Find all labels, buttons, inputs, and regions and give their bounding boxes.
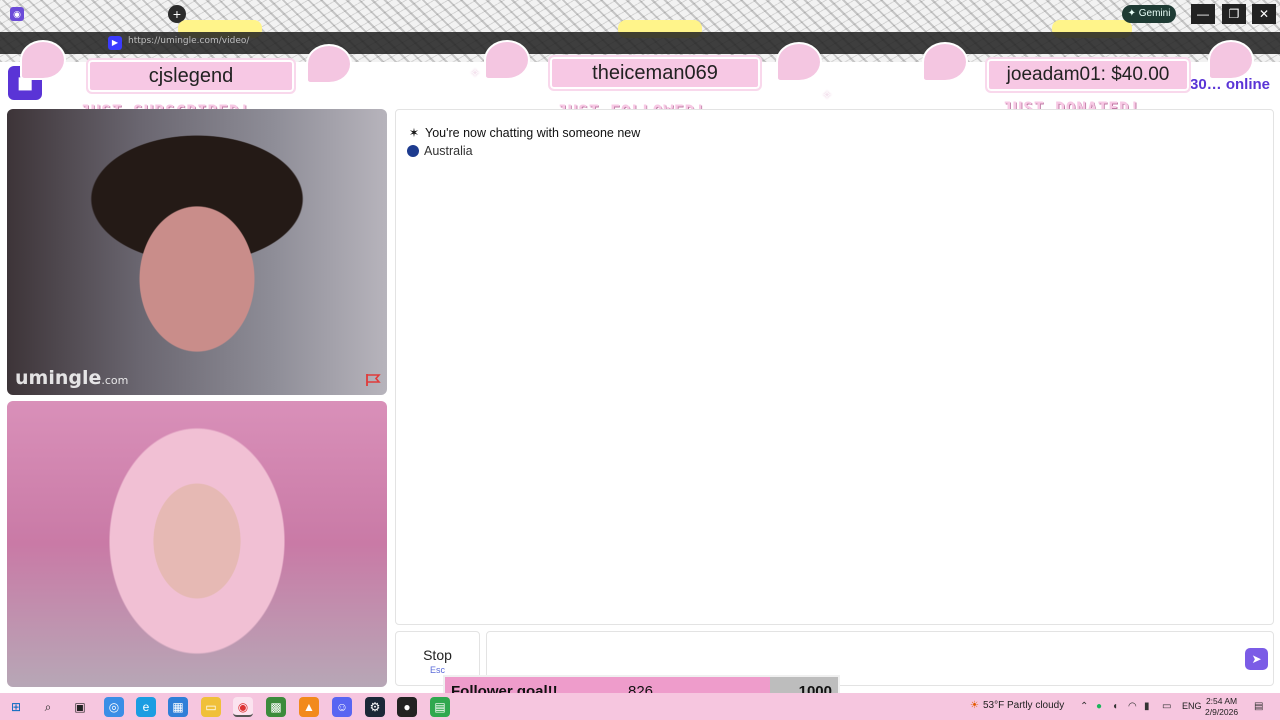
chat-status-message: You're now chatting with someone new (425, 126, 641, 140)
tab-bar: ◉ + ✦ Gemini — ❐ ✕ (0, 0, 1280, 38)
battery-icon[interactable]: ▭ (1162, 701, 1171, 712)
watermark-suffix: .com (101, 374, 129, 387)
stop-shortcut-hint: Esc (429, 665, 445, 675)
new-chat-icon: ✶ (408, 126, 420, 140)
self-video (7, 401, 387, 687)
notification-icon[interactable]: ▤ (1254, 701, 1263, 712)
watermark-main: umingle (15, 367, 102, 389)
weather-widget[interactable]: ☀ 53°F Partly cloudy (970, 700, 1064, 711)
stop-label: Stop (423, 647, 452, 663)
wing-decoration (20, 40, 66, 80)
country-name: Australia (424, 144, 473, 158)
chevron-up-icon[interactable]: ⌃ (1080, 701, 1088, 712)
chrome-icon[interactable]: ◉ (233, 697, 253, 717)
stranger-video: umingle.com (7, 109, 387, 395)
minimize-button[interactable]: — (1191, 4, 1215, 24)
edge-icon[interactable]: e (136, 697, 156, 717)
umingle-watermark: umingle.com (15, 367, 128, 389)
chat-log: ✶ You're now chatting with someone new Au… (395, 109, 1274, 625)
report-flag-icon[interactable] (365, 373, 381, 387)
donation-banner: joeadam01: $40.00 (985, 57, 1191, 93)
tray-app-icon[interactable]: ● (1096, 701, 1102, 712)
store-icon[interactable]: ▦ (168, 697, 188, 717)
gemini-button[interactable]: ✦ Gemini (1122, 5, 1176, 23)
vlc-icon[interactable]: ▲ (299, 697, 319, 717)
steam-icon[interactable]: ⚙ (365, 697, 385, 717)
clock-date: 2/9/2026 (1205, 707, 1239, 717)
wing-decoration (306, 44, 352, 84)
wing-decoration (922, 42, 968, 82)
minecraft-icon[interactable]: ▩ (266, 697, 286, 717)
stranger-country: Australia (407, 144, 473, 158)
file-explorer-icon[interactable]: ▭ (201, 697, 221, 717)
task-view-icon[interactable]: ▣ (70, 697, 90, 717)
url-text[interactable]: https://umingle.com/video/ (128, 36, 249, 46)
obs-icon[interactable]: ● (397, 697, 417, 717)
discord-icon[interactable]: ☺ (332, 697, 352, 717)
mic-icon[interactable]: ▮ (1144, 701, 1150, 712)
site-info-icon[interactable]: ▶ (108, 36, 122, 50)
wifi-icon[interactable]: ◠ (1128, 701, 1137, 712)
address-bar[interactable]: ▶ https://umingle.com/video/ (0, 32, 1280, 54)
windows-start-icon[interactable]: ⊞ (6, 697, 26, 717)
clock-time: 2:54 AM (1205, 696, 1238, 706)
wing-decoration (1208, 40, 1254, 80)
copilot-icon[interactable]: ◎ (104, 697, 124, 717)
sparkle-icon: ✧ (470, 66, 481, 80)
wing-decoration (484, 40, 530, 80)
send-icon[interactable]: ➤ (1245, 648, 1268, 670)
maximize-button[interactable]: ❐ (1222, 4, 1246, 24)
wing-decoration (776, 42, 822, 82)
australia-flag-icon (407, 145, 419, 157)
weather-text: 53°F Partly cloudy (982, 700, 1065, 711)
volume-icon[interactable]: ◖ (1112, 701, 1118, 712)
follower-banner: theiceman069 (548, 55, 762, 91)
sparkle-icon: ✧ (822, 88, 833, 102)
weather-icon: ☀ (970, 700, 979, 711)
clock[interactable]: 2:54 AM 2/9/2026 (1205, 696, 1238, 718)
app-icon[interactable]: ▤ (430, 697, 450, 717)
chat-status-line: ✶ You're now chatting with someone new (407, 125, 641, 140)
language-indicator[interactable]: ENG (1182, 701, 1202, 711)
close-window-button[interactable]: ✕ (1252, 4, 1276, 24)
subscriber-banner: cjslegend (86, 58, 296, 94)
tab-favicon-icon[interactable]: ◉ (10, 7, 24, 21)
taskbar: ⊞ ⌕ ▣ ◎ e ▦ ▭ ◉ ▩ ▲ ☺ ⚙ ● ▤ ☀ 53°F Partly… (0, 693, 1280, 720)
search-icon[interactable]: ⌕ (38, 697, 58, 717)
